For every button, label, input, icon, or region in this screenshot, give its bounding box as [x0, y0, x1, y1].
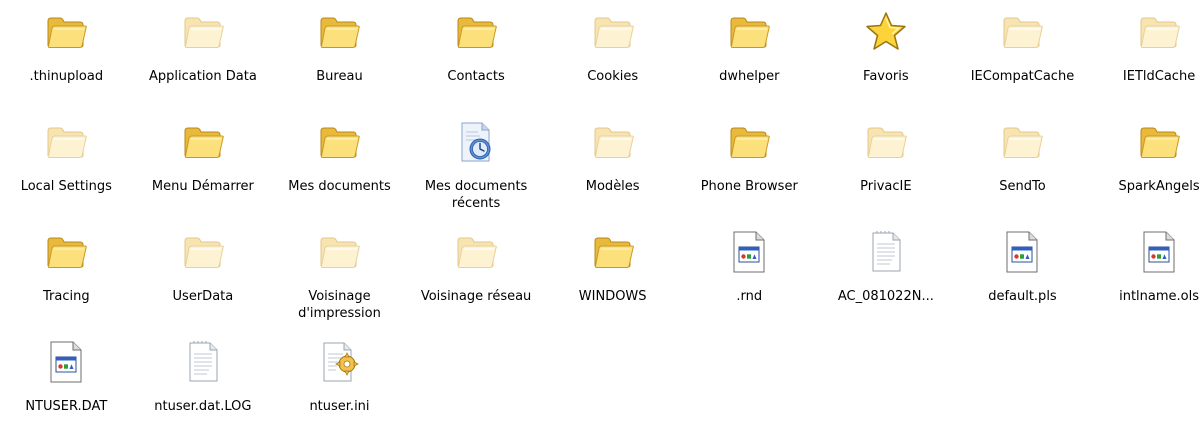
item-default-pls[interactable]: default.pls: [954, 220, 1091, 330]
item-ntuser-dat-log[interactable]: ntuser.dat.LOG: [135, 330, 272, 447]
hidden-folder-icon: [179, 8, 227, 56]
folder-icon: [315, 118, 363, 166]
item-label: Application Data: [148, 69, 257, 84]
item-userdata[interactable]: UserData: [135, 220, 272, 330]
application-file-icon: [998, 228, 1046, 276]
item-ietldcache[interactable]: IETldCache: [1091, 0, 1202, 110]
folder-icon: [315, 8, 363, 56]
item-application-data[interactable]: Application Data: [135, 0, 272, 110]
item-mes-documents-r-cents[interactable]: Mes documents récents: [408, 110, 545, 220]
recent-documents-icon: [452, 118, 500, 166]
item-label: ntuser.ini: [309, 399, 370, 414]
folder-icon: [179, 118, 227, 166]
item-label: Phone Browser: [700, 179, 798, 194]
item-label: AC_081022N...: [837, 289, 934, 304]
item-label: WINDOWS: [578, 289, 647, 304]
item-label: Voisinage d'impression: [298, 289, 381, 321]
item-label: intlname.ols: [1119, 289, 1199, 304]
hidden-folder-icon: [862, 118, 910, 166]
item-label: Contacts: [447, 69, 505, 84]
item-label: Voisinage réseau: [420, 289, 532, 304]
item-tracing[interactable]: Tracing: [0, 220, 135, 330]
item-voisinage-r-seau[interactable]: Voisinage réseau: [408, 220, 545, 330]
item-label: Modèles: [585, 179, 640, 194]
item-local-settings[interactable]: Local Settings: [0, 110, 135, 220]
item-label: dwhelper: [719, 69, 780, 84]
hidden-folder-icon: [315, 228, 363, 276]
item-privacie[interactable]: PrivacIE: [818, 110, 955, 220]
application-file-icon: [725, 228, 773, 276]
item-contacts[interactable]: Contacts: [408, 0, 545, 110]
item-label: Mes documents: [288, 179, 391, 194]
item-label: Local Settings: [20, 179, 112, 194]
item-voisinage-d-impression[interactable]: Voisinage d'impression: [271, 220, 408, 330]
item-label: Tracing: [43, 289, 90, 304]
item-ac-081022n[interactable]: AC_081022N...: [818, 220, 955, 330]
item-phone-browser[interactable]: Phone Browser: [681, 110, 818, 220]
hidden-folder-icon: [589, 118, 637, 166]
folder-icon: [725, 118, 773, 166]
item-label: SparkAngels: [1118, 179, 1200, 194]
item-menu-d-marrer[interactable]: Menu Démarrer: [135, 110, 272, 220]
item-label: Cookies: [587, 69, 639, 84]
item-label: .rnd: [736, 289, 763, 304]
folder-icon: [725, 8, 773, 56]
item-label: PrivacIE: [860, 179, 912, 194]
item-label: Favoris: [863, 69, 909, 84]
folder-icon: [589, 228, 637, 276]
item-windows[interactable]: WINDOWS: [544, 220, 681, 330]
item-label: NTUSER.DAT: [25, 399, 108, 414]
item-thinupload[interactable]: .thinupload: [0, 0, 135, 110]
folder-icon: [452, 8, 500, 56]
item-label: ntuser.dat.LOG: [154, 399, 252, 414]
star-icon: [862, 8, 910, 56]
item-rnd[interactable]: .rnd: [681, 220, 818, 330]
item-bureau[interactable]: Bureau: [271, 0, 408, 110]
item-iecompatcache[interactable]: IECompatCache: [954, 0, 1091, 110]
application-file-icon: [1135, 228, 1183, 276]
item-cookies[interactable]: Cookies: [544, 0, 681, 110]
text-file-icon: [179, 338, 227, 386]
item-dwhelper[interactable]: dwhelper: [681, 0, 818, 110]
settings-file-icon: [315, 338, 363, 386]
hidden-folder-icon: [589, 8, 637, 56]
item-mes-documents[interactable]: Mes documents: [271, 110, 408, 220]
item-label: IECompatCache: [970, 69, 1075, 84]
hidden-folder-icon: [42, 118, 90, 166]
item-label: Bureau: [316, 69, 363, 84]
file-icon-grid: .thinupload Application Data Bureau Contact…: [0, 0, 1200, 447]
application-file-icon: [42, 338, 90, 386]
hidden-folder-icon: [179, 228, 227, 276]
item-sparkangels[interactable]: SparkAngels: [1091, 110, 1202, 220]
item-label: Menu Démarrer: [151, 179, 254, 194]
item-label: default.pls: [988, 289, 1057, 304]
text-file-icon: [862, 228, 910, 276]
hidden-folder-icon: [452, 228, 500, 276]
hidden-folder-icon: [998, 8, 1046, 56]
item-favoris[interactable]: Favoris: [818, 0, 955, 110]
item-intlname-ols[interactable]: intlname.ols: [1091, 220, 1202, 330]
item-ntuser-dat[interactable]: NTUSER.DAT: [0, 330, 135, 447]
item-ntuser-ini[interactable]: ntuser.ini: [271, 330, 408, 447]
folder-icon: [1135, 118, 1183, 166]
item-mod-les[interactable]: Modèles: [544, 110, 681, 220]
folder-icon: [42, 8, 90, 56]
item-label: .thinupload: [29, 69, 104, 84]
item-label: SendTo: [999, 179, 1046, 194]
hidden-folder-icon: [998, 118, 1046, 166]
item-sendto[interactable]: SendTo: [954, 110, 1091, 220]
item-label: UserData: [172, 289, 234, 304]
item-label: Mes documents récents: [424, 179, 528, 211]
hidden-folder-icon: [1135, 8, 1183, 56]
item-label: IETldCache: [1122, 69, 1196, 84]
folder-icon: [42, 228, 90, 276]
